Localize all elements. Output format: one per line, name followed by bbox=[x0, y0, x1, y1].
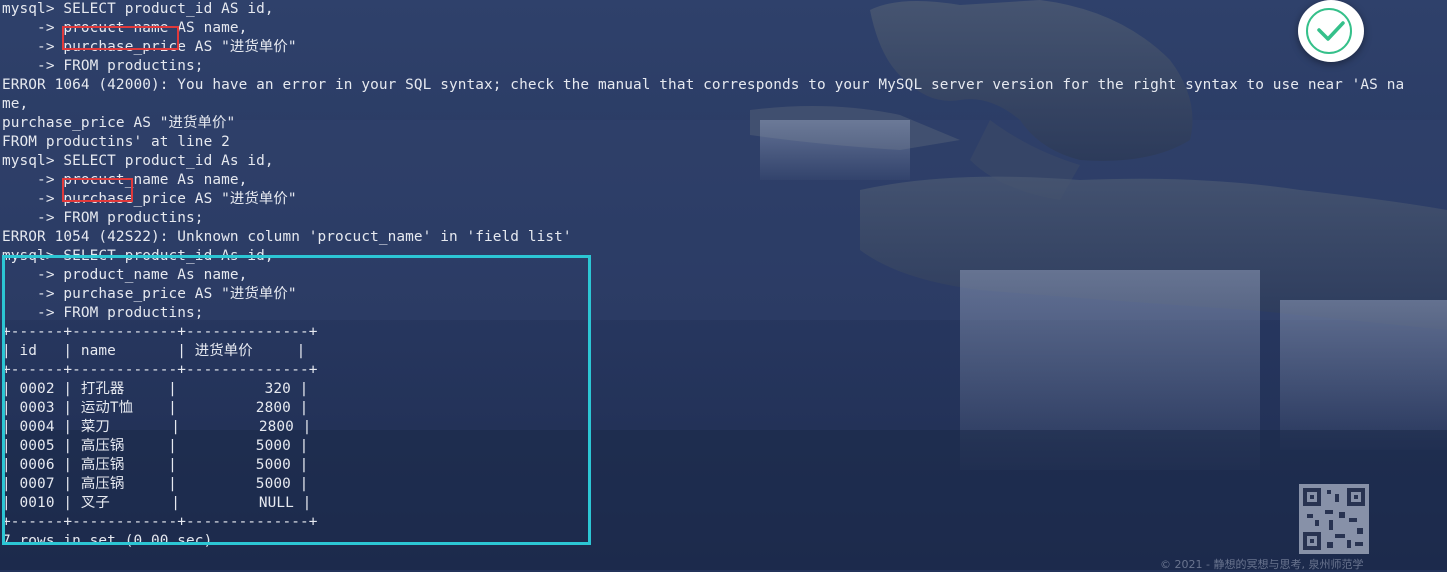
terminal-line: me, bbox=[2, 96, 29, 112]
terminal-line: -> purchase_price AS "进货单价" bbox=[2, 39, 297, 55]
highlight-result bbox=[2, 255, 591, 545]
highlight-error-1 bbox=[62, 26, 179, 50]
highlight-error-2 bbox=[62, 178, 133, 202]
terminal-line: mysql> SELECT product_id AS id, bbox=[2, 1, 274, 17]
terminal-line: -> purchase_price AS "进货单价" bbox=[2, 191, 297, 207]
terminal-line: purchase_price AS "进货单价" bbox=[2, 115, 236, 131]
terminal-line: ERROR 1054 (42S22): Unknown column 'proc… bbox=[2, 229, 572, 245]
terminal-line: ERROR 1064 (42000): You have an error in… bbox=[2, 77, 1405, 93]
check-circle-icon[interactable] bbox=[1298, 0, 1364, 62]
terminal-line: mysql> SELECT product_id As id, bbox=[2, 153, 274, 169]
terminal-line: -> procuct name AS name, bbox=[2, 20, 248, 36]
terminal-line: -> FROM productins; bbox=[2, 210, 204, 226]
terminal-line: -> FROM productins; bbox=[2, 58, 204, 74]
terminal-line: FROM productins' at line 2 bbox=[2, 134, 230, 150]
terminal-line: -> procuct_name As name, bbox=[2, 172, 248, 188]
